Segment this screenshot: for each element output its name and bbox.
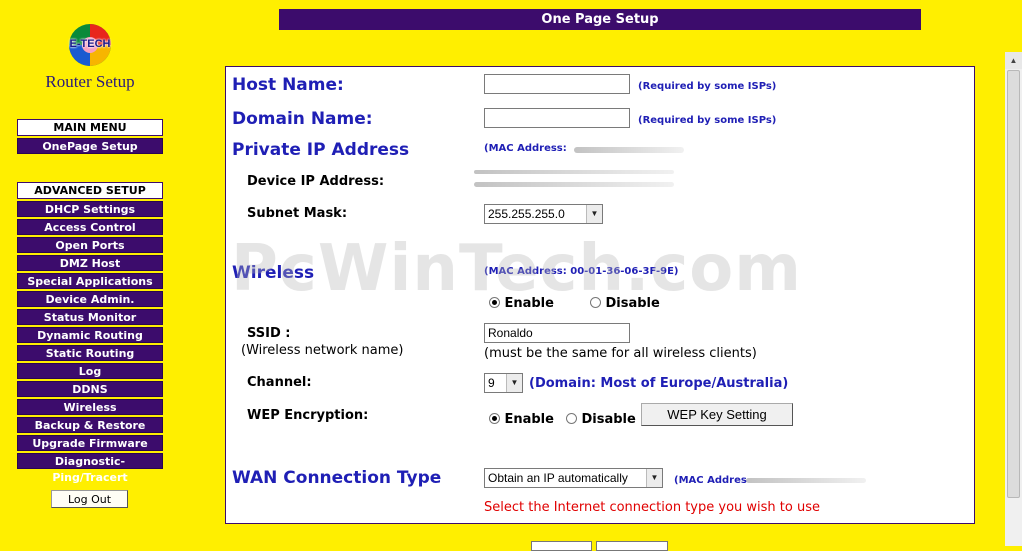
wireless-mac-note: (MAC Address: 00-01-36-06-3F-9E) [484, 266, 679, 277]
nav-ddns[interactable]: DDNS [17, 381, 163, 397]
ssid-input[interactable] [484, 323, 630, 343]
wep-enable-radio[interactable] [489, 413, 500, 424]
channel-domain-note: (Domain: Most of Europe/Australia) [529, 376, 789, 391]
private-ip-title: Private IP Address [232, 140, 410, 160]
nav-upgrade-firmware[interactable]: Upgrade Firmware [17, 435, 163, 451]
advanced-setup-header: ADVANCED SETUP [17, 182, 163, 199]
swirl-logo-icon: E-TECH [67, 22, 113, 68]
ssid-hint: (must be the same for all wireless clien… [484, 346, 757, 361]
wireless-enable-radio[interactable] [489, 297, 500, 308]
bottom-button-right[interactable] [596, 541, 668, 551]
scrollbar-thumb[interactable] [1007, 70, 1020, 498]
host-name-label: Host Name: [232, 75, 344, 95]
redacted-ip-bottom [474, 182, 674, 187]
wan-type-select[interactable]: Obtain an IP automatically ▼ [484, 468, 663, 488]
wep-disable-radio[interactable] [566, 413, 577, 424]
redacted-wan-mac [746, 478, 866, 483]
page-title: One Page Setup [279, 9, 921, 30]
channel-value: 9 [488, 376, 495, 390]
channel-select[interactable]: 9 ▼ [484, 373, 523, 393]
wireless-disable-label: Disable [605, 296, 660, 311]
nav-open-ports[interactable]: Open Ports [17, 237, 163, 253]
ssid-label: SSID : [247, 326, 291, 341]
logo-brand: E-TECH [69, 38, 111, 50]
host-name-input[interactable] [484, 74, 630, 94]
router-logo: E-TECH Router Setup [40, 22, 140, 92]
nav-access-control[interactable]: Access Control [17, 219, 163, 235]
wireless-enable-option[interactable]: Enable [489, 294, 554, 312]
nav-static-routing[interactable]: Static Routing [17, 345, 163, 361]
nav-wireless[interactable]: Wireless [17, 399, 163, 415]
wireless-disable-option[interactable]: Disable [590, 294, 660, 312]
wep-disable-option[interactable]: Disable [566, 410, 636, 428]
wep-key-setting-button[interactable]: WEP Key Setting [641, 403, 793, 426]
nav-special-applications[interactable]: Special Applications [17, 273, 163, 289]
wireless-disable-radio[interactable] [590, 297, 601, 308]
wan-title: WAN Connection Type [232, 468, 442, 488]
subnet-mask-label: Subnet Mask: [247, 206, 348, 221]
logo-title: Router Setup [45, 72, 135, 91]
chevron-down-icon: ▼ [506, 374, 522, 392]
scroll-up-icon[interactable]: ▲ [1005, 52, 1022, 69]
wep-disable-label: Disable [581, 412, 636, 427]
redacted-mac [574, 147, 684, 153]
setup-panel: Host Name: (Required by some ISPs) Domai… [225, 66, 975, 524]
wan-type-value: Obtain an IP automatically [488, 471, 628, 485]
domain-name-label: Domain Name: [232, 109, 373, 129]
chevron-down-icon: ▼ [586, 205, 602, 223]
main-menu-header: MAIN MENU [17, 119, 163, 136]
nav-diagnostic-ping[interactable]: Diagnostic-Ping/Tracert [17, 453, 163, 484]
wan-mac-note: (MAC Addres [674, 475, 747, 486]
host-name-note: (Required by some ISPs) [638, 81, 777, 92]
subnet-mask-select[interactable]: 255.255.255.0 ▼ [484, 204, 603, 224]
wep-enable-option[interactable]: Enable [489, 410, 554, 428]
nav-device-admin[interactable]: Device Admin. [17, 291, 163, 307]
ssid-sublabel: (Wireless network name) [241, 343, 404, 358]
nav-dynamic-routing[interactable]: Dynamic Routing [17, 327, 163, 343]
wireless-enable-label: Enable [504, 296, 554, 311]
wireless-title: Wireless [232, 263, 315, 283]
channel-label: Channel: [247, 375, 312, 390]
bottom-button-left[interactable] [531, 541, 592, 551]
domain-name-note: (Required by some ISPs) [638, 115, 777, 126]
redacted-ip-top [474, 170, 674, 174]
wep-label: WEP Encryption: [247, 408, 369, 423]
nav-dmz-host[interactable]: DMZ Host [17, 255, 163, 271]
nav-status-monitor[interactable]: Status Monitor [17, 309, 163, 325]
nav-dhcp-settings[interactable]: DHCP Settings [17, 201, 163, 217]
domain-name-input[interactable] [484, 108, 630, 128]
nav-backup-restore[interactable]: Backup & Restore [17, 417, 163, 433]
wan-hint: Select the Internet connection type you … [484, 500, 820, 515]
nav-log[interactable]: Log [17, 363, 163, 379]
device-ip-label: Device IP Address: [247, 174, 385, 189]
private-ip-mac-note: (MAC Address: [484, 143, 567, 154]
nav-onepage-setup[interactable]: OnePage Setup [17, 138, 163, 154]
wep-enable-label: Enable [504, 412, 554, 427]
chevron-down-icon: ▼ [646, 469, 662, 487]
subnet-mask-value: 255.255.255.0 [488, 207, 565, 221]
logout-button[interactable]: Log Out [51, 490, 128, 508]
